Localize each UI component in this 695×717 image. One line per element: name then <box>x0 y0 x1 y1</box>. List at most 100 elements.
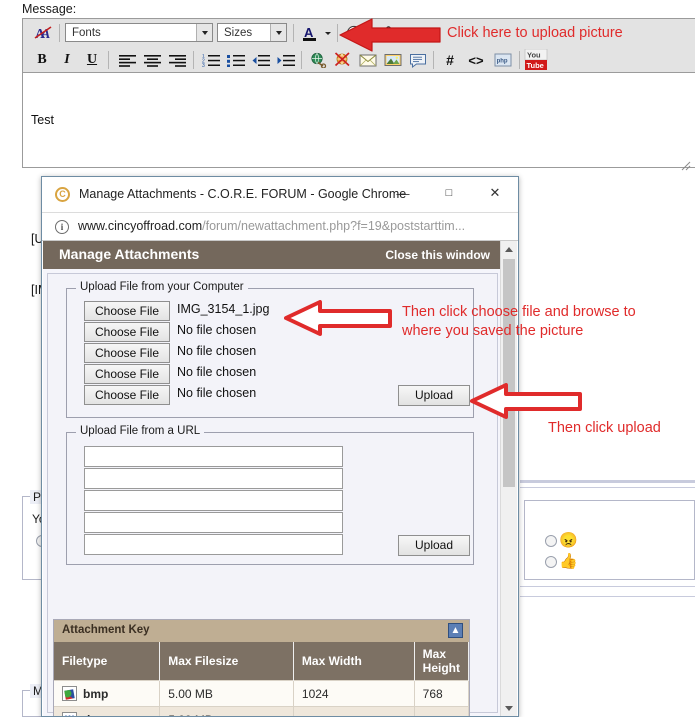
file-name-1: IMG_3154_1.jpg <box>177 302 270 316</box>
underline-icon[interactable]: U <box>81 50 103 70</box>
cell-max-width: - <box>293 706 415 716</box>
remove-formatting-icon[interactable]: A A <box>31 23 55 43</box>
svg-text:Tube: Tube <box>527 61 544 70</box>
attachment-key-table: Filetype Max Filesize Max Width Max Heig… <box>54 642 470 716</box>
attachment-key-title: Attachment Key <box>62 624 150 636</box>
font-color-dropdown-icon[interactable] <box>321 23 334 43</box>
column-filetype: Filetype <box>54 642 161 681</box>
unordered-list-icon[interactable] <box>224 50 248 70</box>
cell-max-width: 1024 <box>293 680 415 707</box>
arrow-left-top <box>338 18 442 55</box>
url-input-5[interactable] <box>84 534 343 555</box>
message-textarea[interactable]: Test [URL=http://s862.photobucket.com/us… <box>22 73 695 297</box>
url-input-2[interactable] <box>84 468 343 489</box>
file-row-4: Choose File No file chosen <box>84 364 334 384</box>
cell-max-filesize: 5.00 MB <box>159 706 294 716</box>
background-divider-4 <box>520 596 695 597</box>
table-header-row: Filetype Max Filesize Max Width Max Heig… <box>54 642 470 681</box>
choose-file-button-3[interactable]: Choose File <box>84 343 170 363</box>
rating-option-positive-radio[interactable] <box>545 556 557 568</box>
code-icon[interactable]: <> <box>463 50 489 70</box>
scrollbar-thumb[interactable] <box>503 259 515 487</box>
outdent-icon[interactable] <box>249 50 273 70</box>
svg-text:php: php <box>497 59 508 65</box>
message-label: Message: <box>22 2 77 16</box>
cell-filetype: bmp <box>54 680 161 707</box>
indent-icon[interactable] <box>274 50 298 70</box>
page-title: Manage Attachments <box>59 246 200 262</box>
window-title: Manage Attachments - C.O.R.E. FORUM - Go… <box>79 187 407 201</box>
choose-file-button-4[interactable]: Choose File <box>84 364 170 384</box>
message-line-test: Test <box>31 113 54 127</box>
table-row: bmp 5.00 MB 1024 768 <box>54 680 470 707</box>
align-center-icon[interactable] <box>140 50 164 70</box>
file-name-2: No file chosen <box>177 323 257 337</box>
column-max-height: Max Height <box>414 642 470 681</box>
column-max-width: Max Width <box>293 642 415 681</box>
minimize-button[interactable]: — <box>380 177 426 209</box>
youtube-icon[interactable]: You Tube <box>523 49 549 71</box>
chrome-address-bar[interactable]: i www.cincyoffroad.com/forum/newattachme… <box>42 212 518 241</box>
url-input-3[interactable] <box>84 490 343 511</box>
paint-file-icon <box>62 686 77 701</box>
word-file-icon <box>62 712 77 716</box>
thumbs-up-icon: 👍 <box>559 553 578 570</box>
choose-file-button-1[interactable]: Choose File <box>84 301 170 321</box>
ordered-list-icon[interactable]: 123 <box>199 50 223 70</box>
bold-icon[interactable]: B <box>31 50 53 70</box>
url-path: /forum/newattachment.php?f=19&poststartt… <box>202 219 466 233</box>
info-icon[interactable]: i <box>55 220 69 234</box>
insert-link-icon[interactable] <box>306 50 330 70</box>
scroll-down-arrow[interactable] <box>501 700 517 716</box>
attachment-key-header: Attachment Key ▲ <box>54 620 469 642</box>
background-divider-1 <box>520 480 695 483</box>
close-this-window-link[interactable]: Close this window <box>385 248 490 262</box>
font-family-select[interactable]: Fonts <box>65 23 213 42</box>
chevron-down-icon <box>196 24 212 41</box>
svg-text:You: You <box>527 51 541 60</box>
cell-max-height: 768 <box>414 680 470 707</box>
column-max-filesize: Max Filesize <box>159 642 294 681</box>
upload-from-url-legend: Upload File from a URL <box>76 425 205 437</box>
url-input-1[interactable] <box>84 446 343 467</box>
filetype-label: doc <box>83 713 104 716</box>
font-size-value: Sizes <box>224 26 253 39</box>
font-color-icon[interactable]: A <box>299 23 321 43</box>
choose-file-button-2[interactable]: Choose File <box>84 322 170 342</box>
font-family-value: Fonts <box>72 26 101 39</box>
upload-url-button[interactable]: Upload <box>398 535 470 556</box>
php-icon[interactable]: php <box>491 50 515 70</box>
font-size-select[interactable]: Sizes <box>217 23 287 42</box>
italic-icon[interactable]: I <box>56 50 78 70</box>
file-name-3: No file chosen <box>177 344 257 358</box>
svg-text:3: 3 <box>202 63 205 67</box>
arrow-left-middle <box>284 300 392 339</box>
cell-filetype: doc <box>54 706 161 716</box>
align-right-icon[interactable] <box>165 50 189 70</box>
scroll-up-arrow[interactable] <box>501 241 517 257</box>
choose-file-button-5[interactable]: Choose File <box>84 385 170 405</box>
upload-computer-button[interactable]: Upload <box>398 385 470 406</box>
file-row-5: Choose File No file chosen <box>84 385 334 405</box>
close-button[interactable]: ✕ <box>472 177 518 209</box>
forum-favicon: C <box>55 187 70 202</box>
file-name-5: No file chosen <box>177 386 257 400</box>
url-input-4[interactable] <box>84 512 343 533</box>
rating-option-negative-radio[interactable] <box>545 535 557 547</box>
background-divider-3 <box>520 586 695 587</box>
collapse-icon[interactable]: ▲ <box>448 623 463 638</box>
align-left-icon[interactable] <box>115 50 139 70</box>
file-name-4: No file chosen <box>177 365 257 379</box>
manage-attachments-window: C Manage Attachments - C.O.R.E. FORUM - … <box>41 176 519 717</box>
angry-face-icon: 😠 <box>559 532 578 549</box>
chrome-title-bar[interactable]: C Manage Attachments - C.O.R.E. FORUM - … <box>42 177 518 212</box>
address-bar-url: www.cincyoffroad.com/forum/newattachment… <box>78 219 465 233</box>
textarea-resize-grip[interactable] <box>681 160 691 171</box>
upload-from-computer-legend: Upload File from your Computer <box>76 281 248 293</box>
annotation-click-upload: Click here to upload picture <box>447 25 623 41</box>
hash-icon[interactable]: # <box>439 50 461 70</box>
maximize-button[interactable]: □ <box>426 177 472 209</box>
svg-text:A: A <box>304 25 314 40</box>
file-row-3: Choose File No file chosen <box>84 343 334 363</box>
chevron-down-icon <box>270 24 286 41</box>
